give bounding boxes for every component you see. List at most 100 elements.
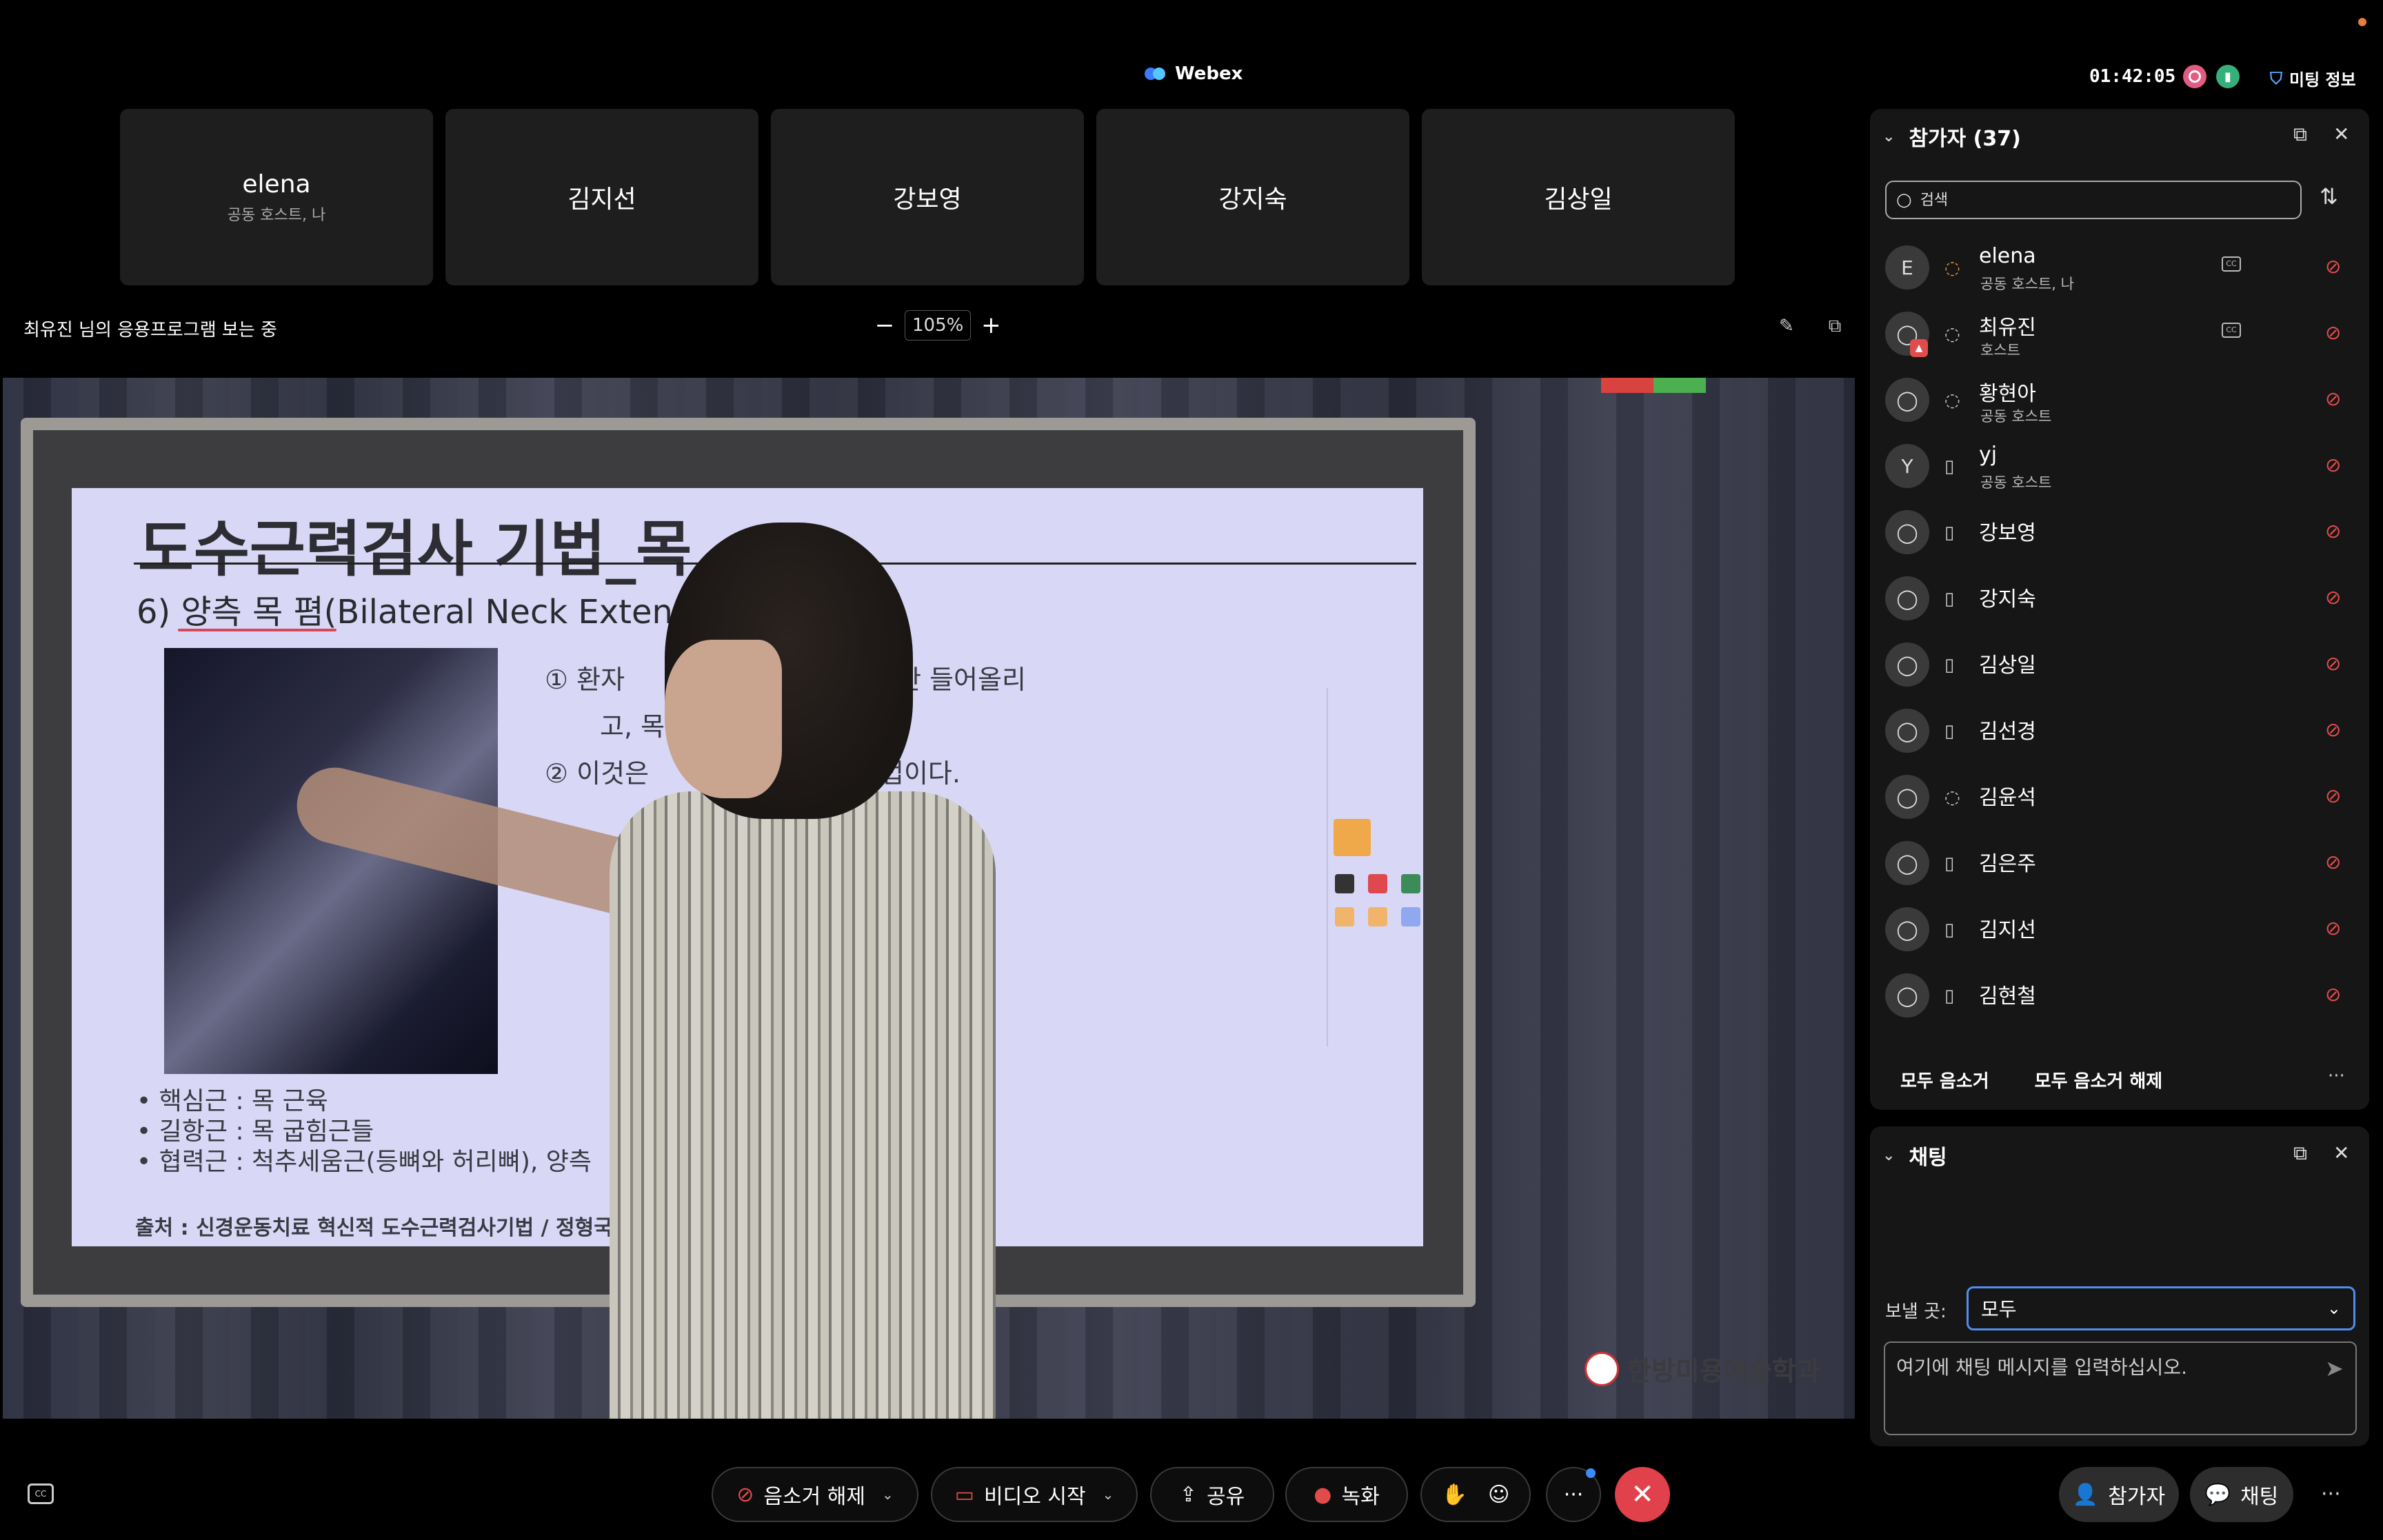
close-icon[interactable]: ✕ <box>2333 123 2349 146</box>
more-options-icon[interactable]: ··· <box>2321 1482 2341 1506</box>
video-tile[interactable]: 김지선 <box>445 109 758 285</box>
start-video-button[interactable]: ▭ 비디오 시작 ⌄ <box>931 1467 1138 1522</box>
share-button[interactable]: ⇪ 공유 <box>1150 1467 1274 1522</box>
chat-panel-header[interactable]: ⌄ 채팅 <box>1882 1140 1947 1171</box>
participant-row[interactable]: ◯ ▯ 김현철 ⊘ <box>1885 961 2354 1027</box>
app-title: Webex <box>1145 63 1243 84</box>
annotate-icon[interactable]: ✎ <box>1779 316 1794 337</box>
participant-search[interactable]: ○ <box>1885 181 2302 219</box>
unmute-button[interactable]: ⊘ 음소거 해제 ⌄ <box>712 1467 918 1522</box>
zoom-in-button[interactable]: + <box>981 312 1001 339</box>
muted-mic-icon[interactable]: ⊘ <box>2325 255 2341 278</box>
muted-mic-icon[interactable]: ⊘ <box>2325 851 2341 873</box>
network-health-icon[interactable]: ▮ <box>2216 65 2240 88</box>
participants-title: 참가자 (37) <box>1909 127 2021 151</box>
participant-name: 강보영 <box>1979 521 2036 545</box>
zoom-control: − 105% + <box>874 310 1001 341</box>
headset-icon: ◌ <box>1944 324 1960 345</box>
zoom-out-button[interactable]: − <box>874 312 895 339</box>
send-to-label: 보낼 곳: <box>1885 1301 1947 1322</box>
end-call-button[interactable]: ✕ <box>1615 1467 1670 1522</box>
headset-icon: ◌ <box>1944 390 1960 411</box>
chevron-down-icon[interactable]: ⌄ <box>1103 1486 1114 1503</box>
slide-bullet: • 길항근 : 목 굽힘근들 <box>137 1117 374 1146</box>
more-options-icon[interactable]: ··· <box>2328 1066 2345 1086</box>
zoom-level[interactable]: 105% <box>905 310 972 341</box>
sort-icon[interactable]: ⇅ <box>2320 183 2338 210</box>
chevron-down-icon[interactable]: ⌄ <box>882 1486 894 1503</box>
phone-icon: ▯ <box>1944 986 1955 1006</box>
mute-all-button[interactable]: 모두 음소거 <box>1900 1067 1989 1093</box>
participant-row[interactable]: ◯ ▯ 강지숙 ⊘ <box>1885 564 2354 630</box>
participant-role: 공동 호스트 <box>1980 474 2052 491</box>
participant-row[interactable]: Y ▯ yj 공동 호스트 ⊘ <box>1885 432 2354 498</box>
participant-name: 강지숙 <box>1979 587 2036 611</box>
muted-mic-icon[interactable]: ⊘ <box>2325 520 2341 543</box>
popout-share-icon[interactable]: ⧉ <box>1829 316 1842 337</box>
slide-bullet: • 협력근 : 척추세움근(등뼈와 허리뼈), 양측 <box>137 1148 592 1176</box>
popout-icon[interactable]: ⧉ <box>2293 123 2307 146</box>
participant-row[interactable]: ◯ ▯ 김선경 ⊘ <box>1885 696 2354 762</box>
participants-button[interactable]: 👤 참가자 <box>2059 1467 2179 1522</box>
raise-hand-icon[interactable]: ✋ <box>1442 1483 1467 1507</box>
phone-icon: ▯ <box>1944 523 1955 543</box>
popout-icon[interactable]: ⧉ <box>2293 1142 2307 1165</box>
closed-captions-icon[interactable]: CC <box>28 1483 54 1504</box>
muted-mic-icon[interactable]: ⊘ <box>2325 652 2341 675</box>
chat-button[interactable]: 💬 채팅 <box>2190 1467 2293 1522</box>
chat-message-input[interactable]: 여기에 채팅 메시지를 입력하십시오. <box>1884 1341 2357 1435</box>
send-to-select[interactable]: 모두 ⌄ <box>1967 1286 2355 1330</box>
chevron-down-icon[interactable]: ⌄ <box>1882 1147 1895 1164</box>
meeting-clock: 01:42:05 <box>2089 66 2176 87</box>
avatar: ◯ <box>1885 841 1929 885</box>
recording-indicator-icon[interactable] <box>2183 65 2206 88</box>
meeting-info-label: 미팅 정보 <box>2289 70 2356 90</box>
participant-row[interactable]: ◯ ▯ 김지선 ⊘ <box>1885 895 2354 961</box>
unmute-all-button[interactable]: 모두 음소거 해제 <box>2035 1067 2163 1093</box>
meeting-info-button[interactable]: ⛉ 미팅 정보 <box>2270 66 2356 90</box>
muted-mic-icon[interactable]: ⊘ <box>2325 784 2341 807</box>
shared-content-video[interactable]: 도수근력검사 기법_목 6) 양측 목 폄(Bilateral Neck Ext… <box>3 378 1855 1419</box>
participant-row[interactable]: ◯ ▯ 김상일 ⊘ <box>1885 630 2354 696</box>
captions-icon: CC <box>2222 256 2241 272</box>
video-tile[interactable]: 강보영 <box>771 109 1084 285</box>
share-screen-icon: ⇪ <box>1179 1482 1197 1507</box>
video-tile[interactable]: elena 공동 호스트, 나 <box>120 109 433 285</box>
muted-mic-icon[interactable]: ⊘ <box>2325 586 2341 609</box>
avatar: Y <box>1885 444 1929 488</box>
record-button[interactable]: ● 녹화 <box>1285 1467 1408 1522</box>
participant-row[interactable]: ◯ ◌ 김윤석 ⊘ <box>1885 762 2354 829</box>
muted-mic-icon[interactable]: ⊘ <box>2325 454 2341 476</box>
participant-row[interactable]: E ◌ elena 공동 호스트, 나 CC ⊘ <box>1885 233 2354 299</box>
participants-panel-header[interactable]: ⌄ 참가자 (37) <box>1882 121 2021 152</box>
send-icon[interactable]: ➤ <box>2325 1355 2344 1381</box>
avatar: E <box>1885 245 1929 290</box>
participant-name: 김지선 <box>1979 918 2036 942</box>
participant-role: 호스트 <box>1980 342 2020 358</box>
chevron-down-icon[interactable]: ⌄ <box>1882 128 1895 145</box>
muted-mic-icon[interactable]: ⊘ <box>2325 718 2341 741</box>
reactions-group: ✋ ☺ <box>1420 1467 1531 1522</box>
muted-mic-icon[interactable]: ⊘ <box>2325 917 2341 940</box>
search-input[interactable] <box>1920 191 2279 209</box>
share-label: 공유 <box>1206 1485 1245 1509</box>
muted-mic-icon[interactable]: ⊘ <box>2325 321 2341 344</box>
participant-name: 황현아 <box>1979 382 2036 406</box>
participants-panel-actions: ⧉ ✕ <box>2293 123 2349 146</box>
close-icon[interactable]: ✕ <box>2333 1142 2349 1165</box>
video-tile[interactable]: 강지숙 <box>1096 109 1409 285</box>
muted-mic-icon[interactable]: ⊘ <box>2325 387 2341 410</box>
participant-row[interactable]: ◯ ◌ 황현아 공동 호스트 ⊘ <box>1885 365 2354 432</box>
participant-row[interactable]: ◯ ▯ 강보영 ⊘ <box>1885 498 2354 564</box>
participant-name: 김상일 <box>1979 654 2036 678</box>
participant-row[interactable]: ◯ ▲ ◌ 최유진 호스트 CC ⊘ <box>1885 299 2354 365</box>
reaction-icon[interactable]: ☺ <box>1488 1483 1509 1507</box>
avatar: ◯ <box>1885 378 1929 422</box>
channel-logo-icon <box>1585 1351 1619 1386</box>
participant-row[interactable]: ◯ ▯ 김은주 ⊘ <box>1885 829 2354 895</box>
muted-mic-icon[interactable]: ⊘ <box>2325 983 2341 1006</box>
avatar: ◯ <box>1885 709 1929 753</box>
video-tile[interactable]: 김상일 <box>1422 109 1735 285</box>
unmute-label: 음소거 해제 <box>763 1485 865 1509</box>
notification-dot <box>1586 1468 1596 1478</box>
